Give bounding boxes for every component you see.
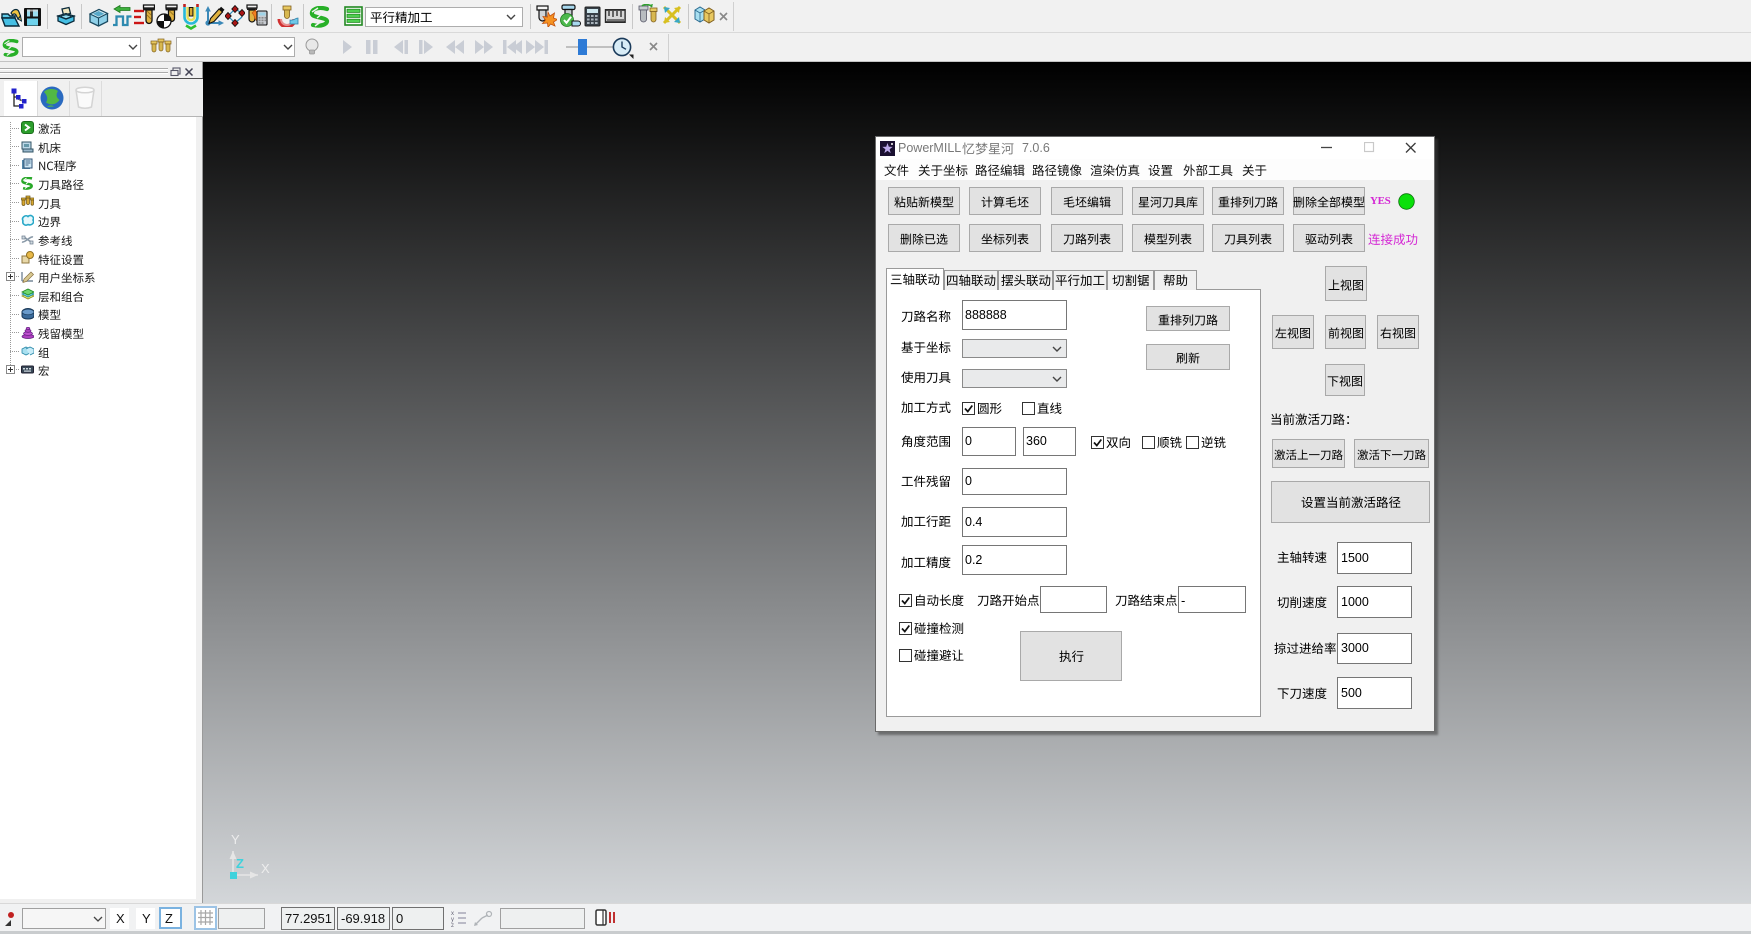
svg-text:X: X	[261, 861, 270, 876]
svg-text:Y: Y	[231, 832, 240, 847]
svg-text:Z: Z	[236, 856, 244, 871]
svg-text:z: z	[451, 923, 454, 927]
